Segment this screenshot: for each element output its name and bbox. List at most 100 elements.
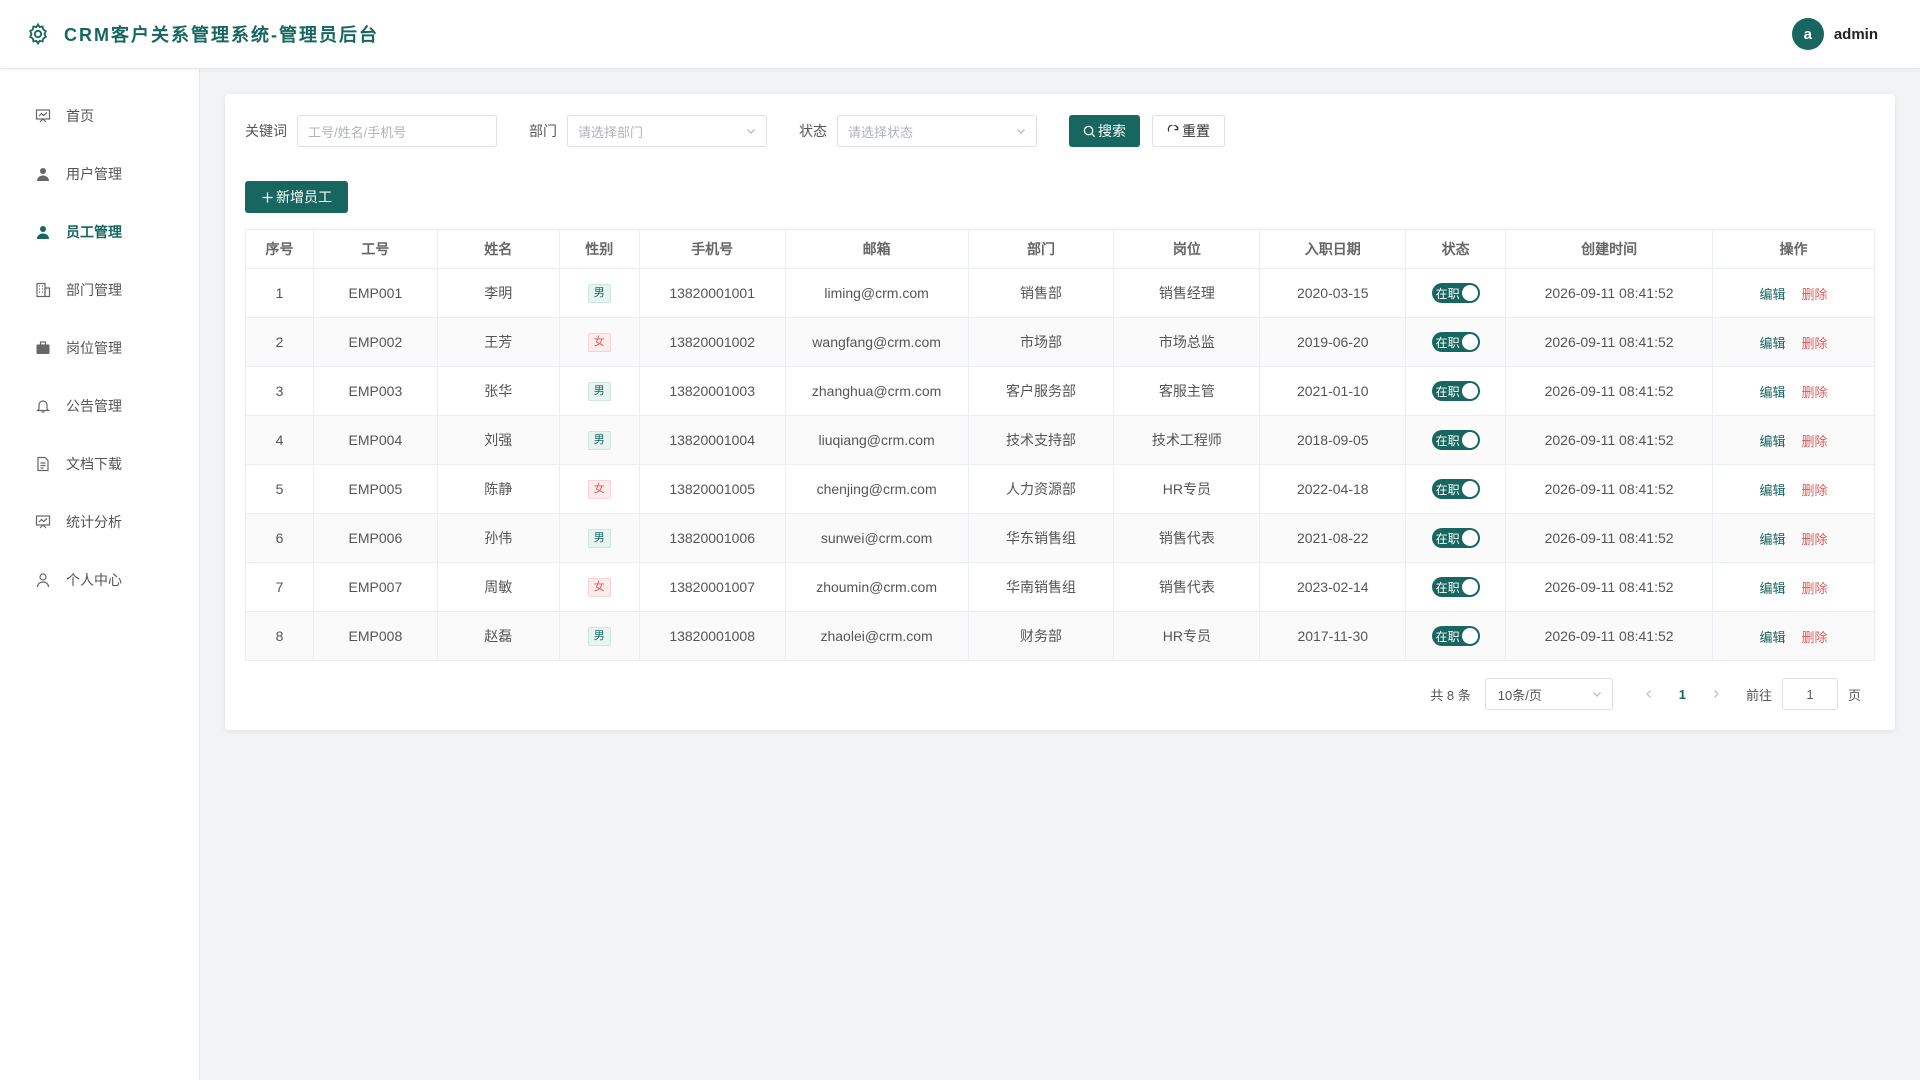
email: liuqiang@crm.com	[818, 432, 935, 448]
gender-tag: 男	[587, 529, 611, 548]
edit-button[interactable]: 编辑	[1759, 630, 1785, 645]
phone-number: 13820001007	[669, 579, 755, 595]
table-cell: 3	[245, 366, 314, 416]
reset-button[interactable]: 重置	[1152, 115, 1225, 147]
sidebar-item-positions[interactable]: 岗位管理	[0, 319, 199, 377]
edit-button[interactable]: 编辑	[1759, 581, 1785, 596]
sidebar-item-users[interactable]: 用户管理	[0, 145, 199, 203]
sidebar-item-documents[interactable]: 文档下载	[0, 435, 199, 493]
table-cell: 刘强	[436, 415, 560, 465]
status-switch[interactable]: 在职	[1431, 528, 1480, 548]
search-button[interactable]: 搜索	[1069, 115, 1140, 147]
page-size-select[interactable]: 10条/页	[1484, 678, 1613, 710]
status-select[interactable]: 请选择状态	[837, 115, 1037, 147]
table-cell: 技术支持部	[967, 415, 1115, 465]
sidebar-item-employees[interactable]: 员工管理	[0, 203, 199, 261]
status-switch[interactable]: 在职	[1431, 381, 1480, 401]
delete-button[interactable]: 删除	[1802, 532, 1828, 547]
table-cell: 华南销售组	[967, 562, 1115, 612]
column-header: 姓名	[436, 229, 560, 269]
created-time: 2026-09-11 08:41:52	[1544, 530, 1674, 546]
sidebar-item-label: 公告管理	[66, 398, 122, 414]
switch-knob	[1461, 530, 1478, 546]
goto-page-input[interactable]: 1	[1781, 678, 1838, 710]
sidebar-item-home[interactable]: 首页	[0, 87, 199, 145]
position: 销售代表	[1158, 530, 1215, 546]
table-header-row: 序号 工号 姓名 性别 手机号 邮箱 部门 岗位 入职日期 状态 创建时间 操作	[245, 229, 1875, 269]
table-row: 5 EMP005 陈静 女 13820001005 chenjing@crm.com 人力资…	[245, 464, 1875, 514]
delete-button[interactable]: 删除	[1802, 434, 1828, 449]
table-row: 3 EMP003 张华 男 13820001003 zhanghua@crm.com 客户服…	[245, 366, 1875, 416]
sidebar-item-profile[interactable]: 个人中心	[0, 551, 199, 609]
table-cell: 在职	[1405, 317, 1507, 367]
hire-date: 2019-06-20	[1296, 334, 1369, 350]
table-cell: 销售部	[967, 268, 1115, 318]
row-index: 2	[275, 334, 284, 350]
prev-page-button[interactable]	[1641, 686, 1657, 702]
status-switch[interactable]: 在职	[1431, 332, 1480, 352]
sidebar-item-statistics[interactable]: 统计分析	[0, 493, 199, 551]
sidebar-item-label: 统计分析	[66, 514, 122, 530]
status-switch[interactable]: 在职	[1431, 626, 1480, 646]
phone-number: 13820001001	[669, 285, 755, 301]
delete-button[interactable]: 删除	[1802, 336, 1828, 351]
switch-knob	[1461, 383, 1478, 399]
column-header: 入职日期	[1259, 229, 1407, 269]
actions-cell: 编辑 删除	[1712, 611, 1875, 661]
status-switch-label: 在职	[1435, 531, 1460, 546]
status-switch[interactable]: 在职	[1431, 479, 1480, 499]
employee-table: 序号 工号 姓名 性别 手机号 邮箱 部门 岗位 入职日期 状态 创建时间 操作…	[245, 229, 1875, 661]
department-select[interactable]: 请选择部门	[567, 115, 767, 147]
column-header: 创建时间	[1505, 229, 1714, 269]
keyword-label: 关键词	[245, 123, 287, 139]
sidebar-item-departments[interactable]: 部门管理	[0, 261, 199, 319]
employee-list-card: 关键词 工号/姓名/手机号 部门 请选择部门 状态 请选择状态 搜索 重置 新增…	[225, 94, 1895, 730]
add-employee-button[interactable]: 新增员工	[245, 181, 348, 213]
delete-button[interactable]: 删除	[1802, 630, 1828, 645]
edit-button[interactable]: 编辑	[1759, 385, 1785, 400]
table-cell: 在职	[1405, 611, 1507, 661]
table-cell: 李明	[436, 268, 560, 318]
row-index: 7	[275, 579, 284, 595]
delete-button[interactable]: 删除	[1802, 581, 1828, 596]
table-cell: 销售代表	[1113, 513, 1261, 563]
user-menu[interactable]: a admin	[1791, 18, 1878, 50]
table-cell: 男	[558, 611, 640, 661]
employee-name: 刘强	[484, 432, 513, 448]
edit-button[interactable]: 编辑	[1759, 336, 1785, 351]
keyword-input[interactable]: 工号/姓名/手机号	[297, 115, 497, 147]
next-page-button[interactable]	[1708, 686, 1724, 702]
delete-button[interactable]: 删除	[1802, 385, 1828, 400]
department: 技术支持部	[1006, 432, 1076, 448]
table-cell: EMP004	[312, 415, 438, 465]
avatar[interactable]: a	[1791, 18, 1824, 50]
employee-name: 张华	[484, 383, 513, 399]
edit-button[interactable]: 编辑	[1759, 434, 1785, 449]
briefcase-icon	[34, 339, 52, 357]
table-cell: 8	[245, 611, 314, 661]
table-cell: HR专员	[1113, 611, 1261, 661]
delete-button[interactable]: 删除	[1802, 483, 1828, 498]
table-cell: 2021-01-10	[1259, 366, 1407, 416]
delete-button[interactable]: 删除	[1802, 287, 1828, 302]
edit-button[interactable]: 编辑	[1759, 483, 1785, 498]
status-switch[interactable]: 在职	[1431, 283, 1480, 303]
hire-date: 2021-08-22	[1296, 530, 1369, 546]
edit-button[interactable]: 编辑	[1759, 287, 1785, 302]
status-switch[interactable]: 在职	[1431, 430, 1480, 450]
status-switch[interactable]: 在职	[1431, 577, 1480, 597]
switch-knob	[1461, 579, 1478, 595]
employee-id: EMP001	[348, 285, 403, 301]
switch-knob	[1461, 432, 1478, 448]
hire-date: 2022-04-18	[1296, 481, 1369, 497]
edit-button[interactable]: 编辑	[1759, 532, 1785, 547]
table-cell: 技术工程师	[1113, 415, 1261, 465]
page-number[interactable]: 1	[1679, 687, 1686, 702]
sidebar-item-announcements[interactable]: 公告管理	[0, 377, 199, 435]
username[interactable]: admin	[1834, 26, 1878, 43]
status-placeholder: 请选择状态	[848, 124, 914, 140]
actions-cell: 编辑 删除	[1712, 317, 1875, 367]
table-cell: 张华	[436, 366, 560, 416]
created-time: 2026-09-11 08:41:52	[1544, 579, 1674, 595]
department: 销售部	[1020, 285, 1062, 301]
